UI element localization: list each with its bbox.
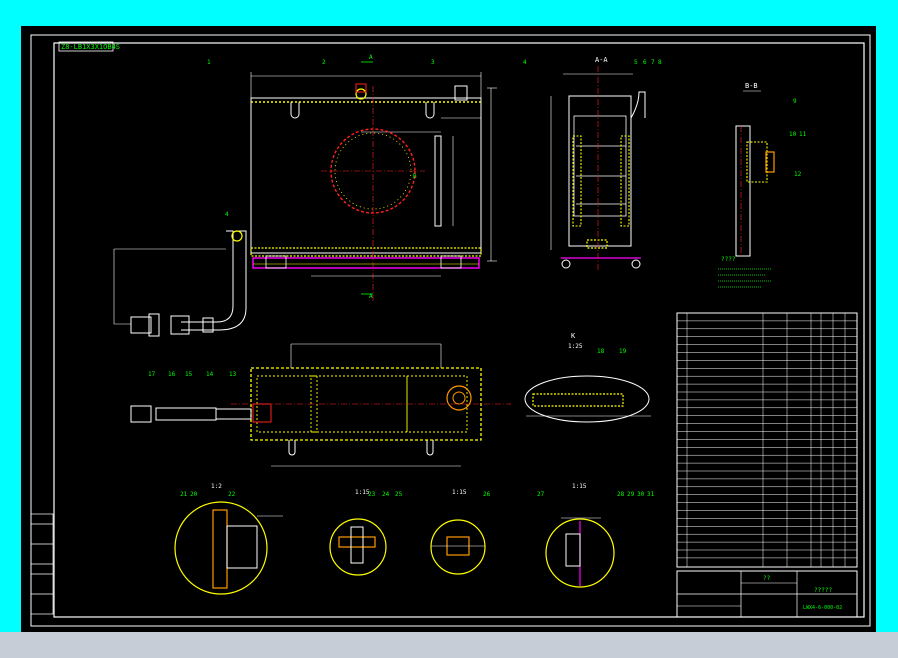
balloon-top_view-4: 4	[225, 211, 229, 218]
balloon-section_bb-9: 9	[793, 98, 797, 105]
balloon-section_bb-10: 10	[789, 131, 797, 138]
detail-4-scale: 1:15	[572, 483, 587, 490]
balloon-detail_2-24: 24	[382, 491, 390, 498]
balloon-detail_1-21: 21	[180, 491, 188, 498]
svg-text:B: B	[413, 173, 417, 180]
tank-front-view: A A B	[250, 54, 497, 301]
balloon-pipe-15: 15	[185, 371, 193, 378]
balloon-pipe-17: 17	[148, 371, 156, 378]
detail-1: 1:2	[174, 483, 283, 595]
title-block: ?? ????? LWX4-6-000-02	[676, 570, 858, 618]
balloon-detail_1-20: 20	[190, 491, 198, 498]
tank-body	[250, 97, 482, 254]
balloon-section_bb-11: 11	[799, 131, 807, 138]
detail-2: 1:15	[329, 489, 387, 576]
balloon-detail_1-22: 22	[228, 491, 236, 498]
balloon-pipe-13: 13	[229, 371, 237, 378]
title-block-number: LWX4-6-000-02	[803, 605, 842, 611]
balloon-detail_4-30: 30	[637, 491, 645, 498]
balloon-detail_2-25: 25	[395, 491, 403, 498]
balloon-detail_4-28: 28	[617, 491, 625, 498]
balloon-section_bb-12: 12	[794, 171, 802, 178]
balloon-detail_4-27: 27	[537, 491, 545, 498]
balloon-detail_4-31: 31	[647, 491, 655, 498]
detail-3: 1:15	[430, 489, 486, 575]
title-block-name: ?????	[814, 587, 832, 594]
balloon-pipe-14: 14	[206, 371, 214, 378]
revision-table	[30, 513, 54, 615]
tank-plan-view	[130, 343, 511, 467]
section-aa-view: A-A	[550, 56, 646, 272]
view-k-scale: 1:25	[568, 343, 583, 350]
cad-drawing-canvas[interactable]: Z8-LB1X3X1OB4S A A B A-A B-B ???? K 1:25…	[21, 26, 876, 632]
svg-text:A: A	[369, 54, 373, 61]
balloon-section_aa-6: 6	[643, 59, 647, 66]
balloon-view_k-19: 19	[619, 348, 627, 355]
balloon-detail_2-23: 23	[368, 491, 376, 498]
section-aa-label: A-A	[595, 56, 608, 64]
screen-bottom-band	[0, 632, 898, 658]
balloon-section_aa-8: 8	[658, 59, 662, 66]
balloon-section_aa-4: 4	[523, 59, 527, 66]
section-bb-label: B-B	[745, 82, 758, 90]
balloon-top_view-1: 1	[207, 59, 211, 66]
detail-4: 1:15	[545, 483, 615, 588]
balloon-numbers: 1 2 344 5 6 7 8910 111217 16 15 14 1318 1921 20 22 23 24…	[148, 59, 807, 498]
detail-1-scale: 1:2	[211, 483, 222, 490]
detail-3-scale: 1:15	[452, 489, 467, 496]
balloon-pipe-16: 16	[168, 371, 176, 378]
balloon-top_view-3: 3	[431, 59, 435, 66]
title-block-company: ??	[763, 575, 771, 582]
view-k-label: K	[571, 332, 576, 340]
tech-req-title: ????	[721, 256, 736, 263]
balloon-section_aa-7: 7	[651, 59, 655, 66]
drawing-sheet: Z8-LB1X3X1OB4S A A B A-A B-B ???? K 1:25…	[30, 34, 871, 627]
view-k: K 1:25	[524, 332, 651, 423]
balloon-section_aa-5: 5	[634, 59, 638, 66]
section-bb-view: B-B ????	[718, 82, 775, 288]
balloon-top_view-2: 2	[322, 59, 326, 66]
drawing-stamp: Z8-LB1X3X1OB4S	[58, 41, 120, 52]
stamp-text: Z8-LB1X3X1OB4S	[61, 43, 120, 51]
balloon-view_k-18: 18	[597, 348, 605, 355]
balloon-detail_4-29: 29	[627, 491, 635, 498]
outlet-pipe-assembly	[113, 230, 247, 337]
balloon-detail_3-26: 26	[483, 491, 491, 498]
parts-list-table	[676, 312, 858, 568]
